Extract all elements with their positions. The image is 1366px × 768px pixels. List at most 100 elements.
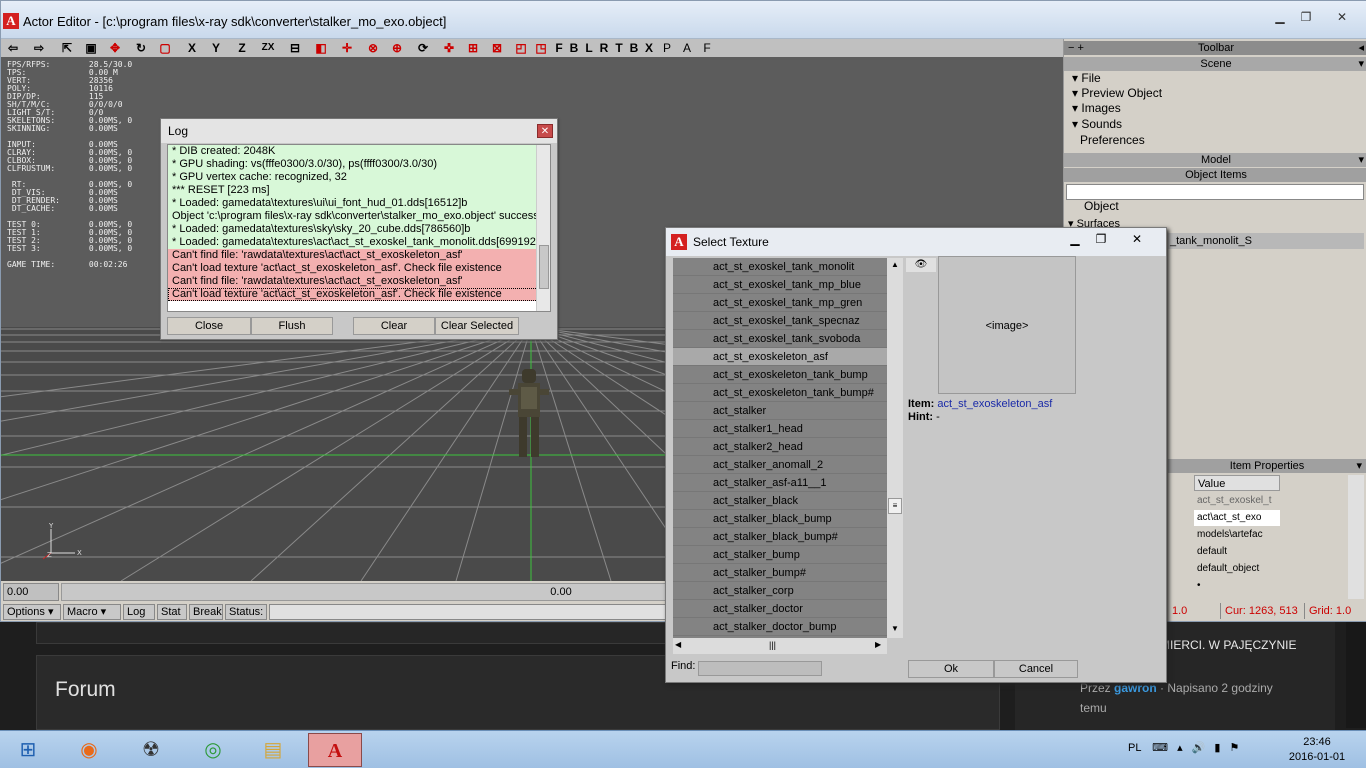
- network-icon[interactable]: ▮: [1214, 742, 1220, 754]
- view-bottom-button[interactable]: B: [628, 40, 640, 56]
- texture-list-item[interactable]: act_stalker_bump#: [673, 564, 887, 582]
- prop-value[interactable]: act\act_st_exo: [1194, 510, 1280, 526]
- prop-value[interactable]: models\artefac: [1194, 527, 1280, 543]
- background-post-title[interactable]: MIERCI. W PAJĘCZYNIE: [1160, 638, 1296, 652]
- texture-list-item[interactable]: act_st_exoskel_tank_mp_gren: [673, 294, 887, 312]
- tree-item-object[interactable]: Object: [1084, 199, 1119, 213]
- actor-editor-taskbar-icon[interactable]: A: [308, 733, 362, 767]
- minimize-icon[interactable]: ▁: [1267, 7, 1293, 27]
- model-header[interactable]: Model ▾: [1064, 153, 1366, 167]
- texture-list-item[interactable]: act_stalker_bump: [673, 546, 887, 564]
- cancel-button[interactable]: Cancel: [994, 660, 1078, 678]
- background-post-author[interactable]: gawron: [1114, 681, 1157, 695]
- texture-list-item[interactable]: act_stalker_doctor_bump: [673, 618, 887, 636]
- maximize-icon[interactable]: ❐: [1293, 7, 1319, 27]
- scroll-right-icon[interactable]: ▶: [875, 640, 881, 649]
- object-icon[interactable]: ▣: [83, 40, 99, 56]
- scroll-thumb[interactable]: ≡: [888, 498, 902, 514]
- axis-button[interactable]: A: [681, 40, 693, 56]
- texture-list-item[interactable]: act_st_exoskeleton_asf: [673, 348, 887, 366]
- break-button[interactable]: Break: [189, 604, 223, 620]
- texture-list-item[interactable]: act_stalker_doctor: [673, 600, 887, 618]
- texture-list-item[interactable]: act_st_exoskel_tank_svoboda: [673, 330, 887, 348]
- free-button[interactable]: F: [701, 40, 713, 56]
- toolbar-letter-y[interactable]: Y: [209, 40, 223, 56]
- stalker-icon[interactable]: ☢: [124, 733, 178, 767]
- arrow-up-icon[interactable]: ▴: [1177, 742, 1183, 754]
- props-scrollbar[interactable]: [1348, 475, 1364, 599]
- clear-selected-button[interactable]: Clear Selected: [435, 317, 519, 335]
- scroll-up-icon[interactable]: ▲: [889, 260, 901, 272]
- texture-list[interactable]: act_st_exoskel_tank_monolit act_st_exoske…: [673, 258, 887, 638]
- log-line[interactable]: * GPU shading: vs(fffe0300/3.0/30), ps(f…: [168, 158, 550, 171]
- texture-list-item[interactable]: act_stalker: [673, 402, 887, 420]
- log-line[interactable]: * Loaded: gamedata\textures\ui\ui_font_h…: [168, 197, 550, 210]
- view-front-button[interactable]: F: [553, 40, 565, 56]
- texture-list-vscroll[interactable]: ▲ ≡ ▼: [887, 258, 903, 638]
- snap-icon[interactable]: ◧: [313, 40, 329, 56]
- scene-item-file[interactable]: ▾ File: [1072, 71, 1101, 85]
- flush-button[interactable]: Flush: [251, 317, 333, 335]
- texture-list-item[interactable]: act_st_exoskel_tank_specnaz: [673, 312, 887, 330]
- log-line[interactable]: Can't load texture 'act\act_st_exoskelet…: [168, 262, 550, 275]
- view-top-button[interactable]: T: [613, 40, 625, 56]
- keyboard-icon[interactable]: ⌨: [1152, 742, 1168, 754]
- background-scrollbar[interactable]: [1346, 622, 1366, 728]
- scene-header[interactable]: Scene ▾: [1064, 57, 1366, 71]
- speaker-icon[interactable]: 🔊: [1192, 742, 1206, 754]
- log-list[interactable]: * DIB created: 2048K * GPU shading: vs(ff…: [167, 144, 551, 312]
- rotate-snap-icon[interactable]: ⟳: [415, 40, 431, 56]
- toolbar-letter-x[interactable]: X: [185, 40, 199, 56]
- scroll-left-icon[interactable]: ◀: [675, 640, 681, 649]
- dropdown-icon[interactable]: ▾: [1358, 57, 1364, 71]
- close-icon[interactable]: ✕: [537, 124, 553, 138]
- log-scrollbar[interactable]: [536, 145, 550, 311]
- scale-icon[interactable]: ▢: [157, 40, 173, 56]
- language-indicator[interactable]: PL: [1128, 742, 1141, 754]
- firefox-icon[interactable]: ◉: [62, 733, 116, 767]
- texture-list-hscroll[interactable]: ◀ ||| ▶: [673, 638, 887, 654]
- perspective-button[interactable]: P: [661, 40, 673, 56]
- texture-list-item[interactable]: act_stalker_black_bump: [673, 510, 887, 528]
- toolbar-panel-header[interactable]: − + Toolbar ◂: [1064, 41, 1366, 55]
- zoom-extents-icon[interactable]: ◰: [513, 40, 529, 56]
- log-line[interactable]: * Loaded: gamedata\textures\sky\sky_20_c…: [168, 223, 550, 236]
- arrow-left-icon[interactable]: ⇦: [5, 40, 21, 56]
- texture-list-item[interactable]: act_stalker_black: [673, 492, 887, 510]
- view-left-button[interactable]: L: [583, 40, 595, 56]
- toolbar-letter-z[interactable]: Z: [235, 40, 249, 56]
- zoom-selected-icon[interactable]: ◳: [533, 40, 549, 56]
- log-line[interactable]: Can't load texture 'act\act_st_exoskelet…: [168, 288, 550, 301]
- log-line[interactable]: Can't find file: 'rawdata\textures\act\a…: [168, 249, 550, 262]
- move-icon[interactable]: ✥: [107, 40, 123, 56]
- scroll-thumb[interactable]: |||: [769, 640, 776, 650]
- dropdown-icon[interactable]: ▾: [1356, 459, 1362, 473]
- maximize-icon[interactable]: ❐: [1088, 230, 1114, 248]
- log-line[interactable]: * DIB created: 2048K: [168, 145, 550, 158]
- select-cursor-icon[interactable]: ⇱: [59, 40, 75, 56]
- texture-list-item[interactable]: act_stalker2_head: [673, 438, 887, 456]
- texture-list-item[interactable]: act_stalker1_head: [673, 420, 887, 438]
- arrow-left-small-icon[interactable]: ◂: [1358, 41, 1364, 55]
- texture-list-item[interactable]: act_stalker_anomall_2: [673, 456, 887, 474]
- view-back-button[interactable]: B: [568, 40, 580, 56]
- prop-value[interactable]: act_st_exoskel_t: [1194, 493, 1280, 509]
- magnet-icon[interactable]: ⊗: [365, 40, 381, 56]
- log-button[interactable]: Log: [123, 604, 155, 620]
- exoskeleton-model[interactable]: [509, 369, 549, 461]
- move-snap-icon[interactable]: ✜: [441, 40, 457, 56]
- flag-icon[interactable]: ⚑: [1230, 742, 1240, 754]
- explorer-folder-icon[interactable]: ▤: [246, 733, 300, 767]
- clock[interactable]: 23:46 2016-01-01: [1282, 735, 1352, 765]
- view-right-button[interactable]: R: [598, 40, 610, 56]
- scene-item-sounds[interactable]: ▾ Sounds: [1072, 117, 1122, 131]
- texture-list-item[interactable]: act_st_exoskel_tank_mp_blue: [673, 276, 887, 294]
- pivot-icon[interactable]: ✛: [339, 40, 355, 56]
- rotate-icon[interactable]: ↻: [133, 40, 149, 56]
- timeline-start-field[interactable]: 0.00: [3, 583, 59, 601]
- options-menu[interactable]: Options ▾: [3, 604, 61, 620]
- texture-list-item[interactable]: act_stalker_corp: [673, 582, 887, 600]
- toolbar-letter-zx[interactable]: ZX: [259, 40, 277, 56]
- stat-button[interactable]: Stat: [157, 604, 187, 620]
- magnet-grid-icon[interactable]: ⊕: [389, 40, 405, 56]
